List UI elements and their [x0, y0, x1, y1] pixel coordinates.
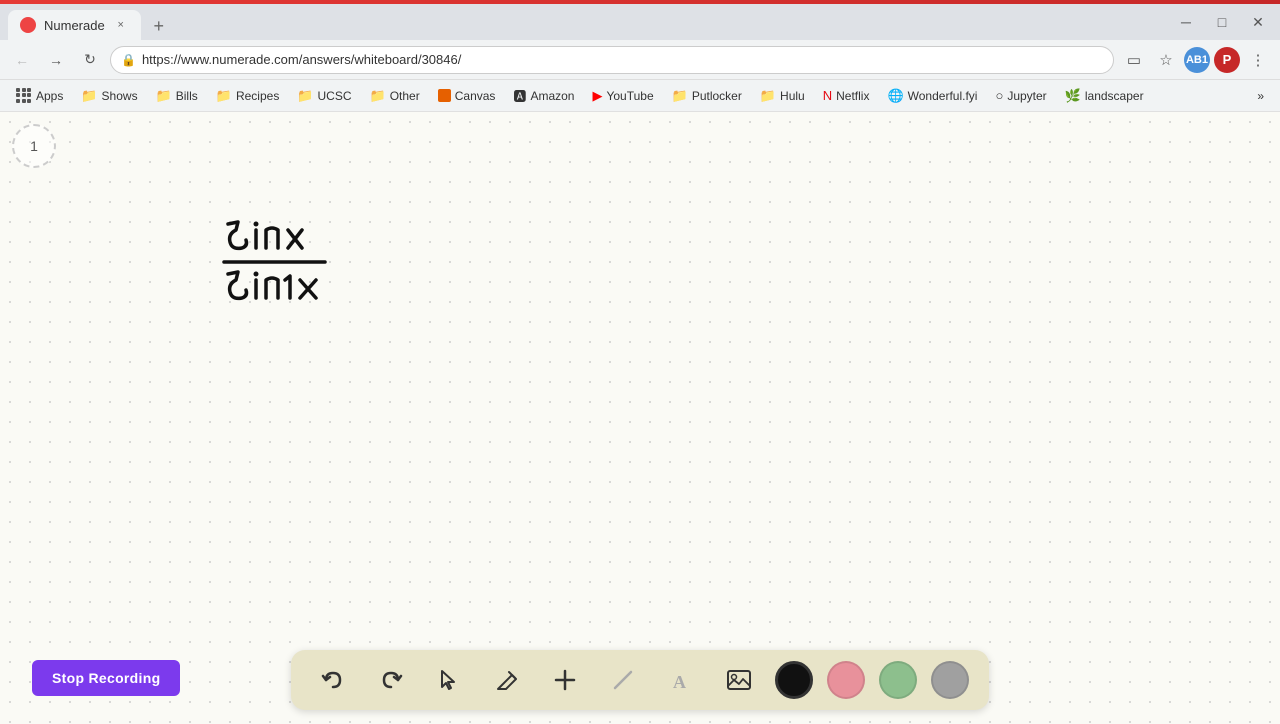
bookmark-amazon-label: Amazon	[530, 89, 574, 103]
bookmark-netflix[interactable]: N Netflix	[815, 85, 878, 106]
bookmark-canvas-label: Canvas	[455, 89, 496, 103]
text-icon: A	[669, 668, 693, 692]
image-tool-button[interactable]	[717, 658, 761, 702]
wonderful-icon: 🌐	[887, 88, 903, 104]
forward-button[interactable]: →	[42, 46, 70, 74]
minimize-button[interactable]: ─	[1172, 8, 1200, 36]
svg-text:A: A	[673, 672, 686, 692]
select-tool-button[interactable]	[427, 658, 471, 702]
math-expression-svg	[220, 212, 380, 342]
bookmark-ucsc-label: UCSC	[318, 89, 352, 103]
image-icon	[725, 666, 753, 694]
bookmark-wonderfulfyi[interactable]: 🌐 Wonderful.fyi	[879, 85, 985, 107]
url-text: https://www.numerade.com/answers/whitebo…	[142, 52, 461, 67]
bookmark-recipes-label: Recipes	[236, 89, 279, 103]
color-black[interactable]	[775, 661, 813, 699]
bookmark-putlocker[interactable]: 📁 Putlocker	[664, 85, 750, 107]
tab-strip: Numerade × +	[8, 4, 173, 40]
text-tool-button[interactable]: A	[659, 658, 703, 702]
bookmarks-bar: Apps 📁 Shows 📁 Bills 📁 Recipes 📁 UCSC 📁 …	[0, 80, 1280, 112]
folder-icon: 📁	[297, 88, 313, 104]
jupyter-icon: ○	[995, 88, 1003, 103]
lock-icon: 🔒	[121, 53, 136, 67]
folder-icon: 📁	[370, 88, 386, 104]
bookmark-bills[interactable]: 📁 Bills	[148, 85, 206, 107]
new-tab-button[interactable]: +	[145, 12, 173, 40]
undo-button[interactable]	[311, 658, 355, 702]
bookmark-apps-label: Apps	[36, 89, 63, 103]
add-button[interactable]	[543, 658, 587, 702]
bookmark-canvas[interactable]: Canvas	[430, 86, 504, 106]
netflix-icon: N	[823, 88, 832, 103]
bookmark-youtube[interactable]: ▶ YouTube	[584, 85, 661, 107]
bookmark-bills-label: Bills	[176, 89, 198, 103]
close-window-button[interactable]: ✕	[1244, 8, 1272, 36]
more-bookmarks-label: »	[1257, 89, 1264, 103]
folder-icon: 📁	[81, 88, 97, 104]
bookmark-youtube-label: YouTube	[606, 89, 653, 103]
bookmark-other[interactable]: 📁 Other	[362, 85, 428, 107]
color-green[interactable]	[879, 661, 917, 699]
folder-icon: 📁	[156, 88, 172, 104]
bookmark-shows-label: Shows	[102, 89, 138, 103]
youtube-icon: ▶	[592, 88, 602, 104]
tab-title: Numerade	[44, 18, 105, 33]
bookmark-landscaper-label: landscaper	[1085, 89, 1144, 103]
bookmark-shows[interactable]: 📁 Shows	[73, 85, 145, 107]
cursor-icon	[437, 668, 461, 692]
bookmark-other-label: Other	[390, 89, 420, 103]
bookmark-wonderfulfyi-label: Wonderful.fyi	[908, 89, 978, 103]
toolbar-icons: ▭ ☆ AB1 P ⋮	[1120, 46, 1272, 74]
plus-icon	[552, 667, 578, 693]
maximize-button[interactable]: □	[1208, 8, 1236, 36]
bookmark-putlocker-label: Putlocker	[692, 89, 742, 103]
whiteboard-toolbar: A	[291, 650, 989, 710]
bookmark-amazon[interactable]: 🅰 Amazon	[505, 83, 582, 108]
whiteboard-canvas[interactable]: 1	[0, 112, 1280, 724]
cast-button[interactable]: ▭	[1120, 46, 1148, 74]
bookmark-hulu-label: Hulu	[780, 89, 805, 103]
bookmark-jupyter[interactable]: ○ Jupyter	[987, 85, 1054, 106]
redo-button[interactable]	[369, 658, 413, 702]
undo-icon	[320, 667, 346, 693]
browser-toolbar: ← → ↻ 🔒 https://www.numerade.com/answers…	[0, 40, 1280, 80]
math-expression-area	[220, 212, 380, 347]
color-pink[interactable]	[827, 661, 865, 699]
profile-avatar[interactable]: P	[1214, 47, 1240, 73]
canvas-favicon	[438, 89, 451, 102]
extensions-badge[interactable]: AB1	[1184, 47, 1210, 73]
landscaper-icon: 🌿	[1065, 88, 1081, 104]
pen-icon	[495, 668, 519, 692]
eraser-icon	[611, 668, 635, 692]
address-bar[interactable]: 🔒 https://www.numerade.com/answers/white…	[110, 46, 1114, 74]
more-bookmarks-button[interactable]: »	[1249, 86, 1272, 106]
bookmark-netflix-label: Netflix	[836, 89, 869, 103]
browser-titlebar: Numerade × + ─ □ ✕	[0, 4, 1280, 40]
color-gray[interactable]	[931, 661, 969, 699]
more-button[interactable]: ⋮	[1244, 46, 1272, 74]
bookmark-button[interactable]: ☆	[1152, 46, 1180, 74]
refresh-button[interactable]: ↻	[76, 46, 104, 74]
page-number-badge: 1	[12, 124, 56, 168]
bookmark-ucsc[interactable]: 📁 UCSC	[289, 85, 359, 107]
folder-icon: 📁	[672, 88, 688, 104]
tab-close-button[interactable]: ×	[113, 17, 129, 33]
redo-icon	[378, 667, 404, 693]
bookmark-landscaper[interactable]: 🌿 landscaper	[1057, 85, 1152, 107]
back-button[interactable]: ←	[8, 46, 36, 74]
amazon-icon: 🅰	[513, 86, 526, 105]
bookmark-apps[interactable]: Apps	[8, 85, 71, 107]
stop-recording-button[interactable]: Stop Recording	[32, 660, 180, 696]
page-number: 1	[30, 138, 38, 154]
eraser-button[interactable]	[601, 658, 645, 702]
active-tab[interactable]: Numerade ×	[8, 10, 141, 40]
bookmark-jupyter-label: Jupyter	[1007, 89, 1046, 103]
folder-icon: 📁	[216, 88, 232, 104]
bookmark-recipes[interactable]: 📁 Recipes	[208, 85, 288, 107]
folder-icon: 📁	[760, 88, 776, 104]
tab-favicon	[20, 17, 36, 33]
apps-grid-icon	[16, 88, 32, 104]
pen-tool-button[interactable]	[485, 658, 529, 702]
bookmark-hulu[interactable]: 📁 Hulu	[752, 85, 813, 107]
